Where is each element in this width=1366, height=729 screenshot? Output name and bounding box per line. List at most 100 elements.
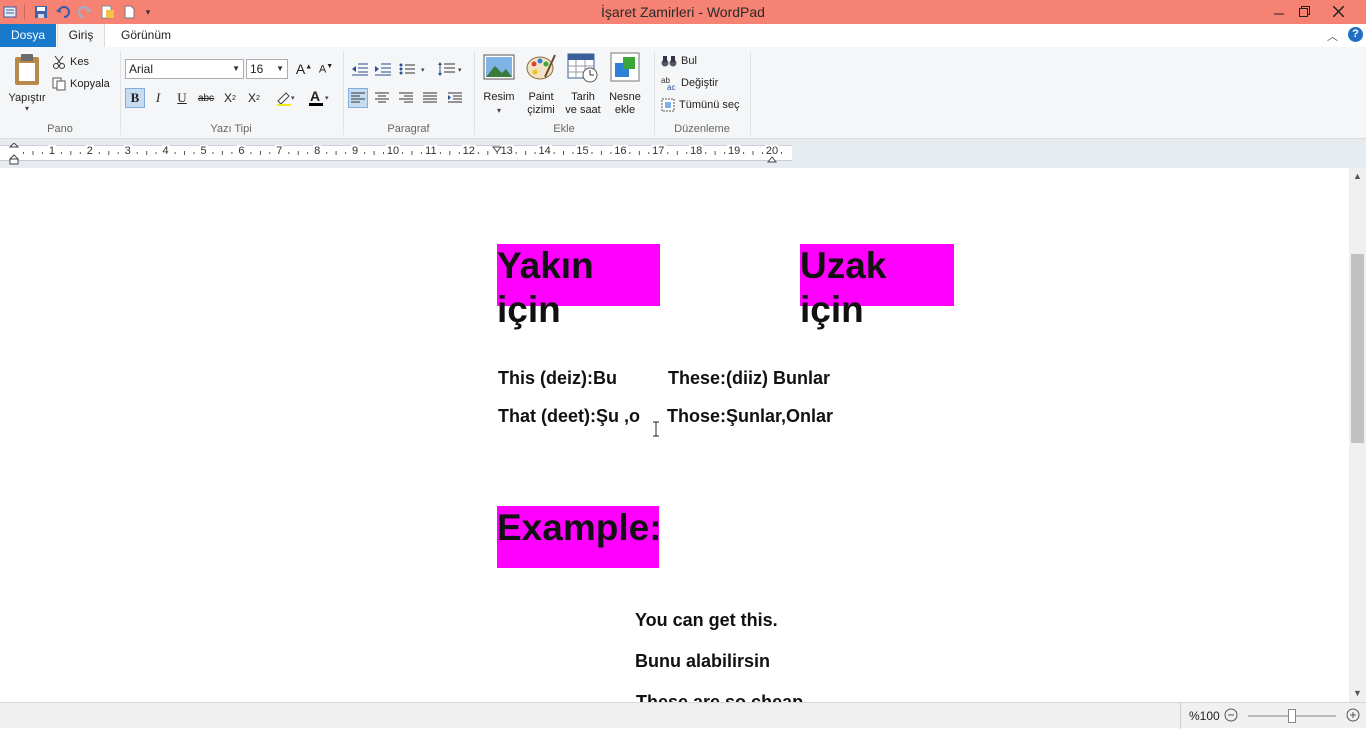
ruler[interactable]: 1 2 3 4 5 6 7 8 9 10 11 12 13 14 15 16 17 18 19 20 — [0, 145, 792, 161]
datetime-label-line2: ve saat — [565, 104, 601, 116]
insert-object-button[interactable]: Nesne ekle — [605, 51, 645, 117]
copy-icon — [52, 77, 66, 91]
svg-text:▾: ▾ — [325, 95, 329, 102]
picture-label: Resim — [483, 91, 515, 103]
group-label-font: Yazı Tipi — [210, 123, 252, 135]
zoom-in-icon — [1346, 708, 1360, 722]
find-button[interactable]: Bul — [661, 51, 697, 71]
align-right-icon[interactable] — [396, 88, 416, 108]
superscript-icon[interactable]: X2 — [244, 88, 264, 108]
date-time-button[interactable]: Tarih ve saat — [563, 51, 603, 117]
decrease-indent-icon[interactable] — [350, 59, 370, 79]
zoom-out-button[interactable] — [1224, 708, 1238, 725]
status-bar: %100 — [0, 702, 1366, 729]
font-size-select[interactable]: 16 ▼ — [246, 59, 288, 79]
svg-text:▾: ▾ — [291, 95, 295, 102]
row1-right-text: These:(diiz) Bunlar — [668, 368, 831, 388]
ruler-number: 16 — [613, 145, 628, 157]
bold-icon[interactable]: B — [125, 88, 145, 108]
select-all-icon — [661, 98, 675, 112]
scroll-up-icon[interactable]: ▲ — [1353, 171, 1362, 181]
ruler-number: 10 — [385, 145, 401, 157]
ribbon: Yapıştır ▾ Kes Kopyala Pano Arial ▼ 16 ▼… — [0, 47, 1366, 139]
object-label-line2: ekle — [614, 104, 636, 116]
align-center-icon[interactable] — [372, 88, 392, 108]
font-family-value: Arial — [129, 62, 154, 76]
replace-label: Değiştir — [681, 77, 719, 89]
object-icon — [610, 52, 640, 82]
subscript-icon[interactable]: X2 — [220, 88, 240, 108]
ruler-number: 19 — [726, 145, 742, 157]
close-button[interactable] — [1316, 0, 1360, 22]
ruler-number: 2 — [85, 145, 94, 157]
underline-icon[interactable]: U — [172, 88, 192, 108]
paragraph-settings-icon[interactable] — [445, 88, 465, 108]
cut-label: Kes — [70, 56, 89, 68]
tab-view[interactable]: Görünüm — [108, 24, 184, 47]
paste-button[interactable]: Yapıştır ▾ — [6, 53, 48, 113]
window-title: İşaret Zamirleri - WordPad — [601, 4, 765, 20]
copy-button[interactable]: Kopyala — [52, 74, 110, 94]
increase-indent-icon[interactable] — [373, 59, 393, 79]
heading-example: Example: — [497, 506, 662, 568]
ruler-number: 9 — [351, 145, 360, 157]
italic-icon[interactable]: I — [148, 88, 168, 108]
ruler-number: 12 — [461, 145, 476, 157]
tab-file[interactable]: Dosya — [0, 24, 56, 47]
ruler-number: 4 — [161, 145, 170, 157]
object-label-line1: Nesne — [609, 91, 641, 103]
replace-button[interactable]: ab ac Değiştir — [661, 73, 718, 93]
align-left-icon[interactable] — [348, 88, 368, 108]
ruler-number: 6 — [237, 145, 246, 157]
right-indent-marker[interactable] — [766, 152, 778, 166]
row1-left-text: This (deiz):Bu — [498, 368, 617, 388]
text-cursor-icon — [652, 421, 660, 440]
group-label-clipboard: Pano — [47, 123, 73, 135]
chevron-down-icon: ▼ — [276, 64, 284, 73]
first-line-indent-marker[interactable] — [8, 142, 20, 170]
highlight-color-button[interactable]: ▾ — [270, 88, 300, 108]
scissors-icon — [53, 55, 65, 69]
ruler-number: 3 — [123, 145, 132, 157]
scrollbar-thumb[interactable] — [1351, 254, 1364, 443]
tab-home[interactable]: Giriş — [57, 24, 105, 48]
select-all-button[interactable]: Tümünü seç — [661, 95, 740, 115]
ruler-number: 8 — [313, 145, 322, 157]
ruler-bar: 1 2 3 4 5 6 7 8 9 10 11 12 13 14 15 16 17 18 19 20 — [0, 139, 1366, 168]
line-spacing-button[interactable]: ▾ — [436, 59, 466, 79]
heading-near: Yakın için — [497, 244, 660, 330]
group-label-insert: Ekle — [553, 123, 575, 135]
grow-font-icon[interactable]: A▲ — [294, 59, 314, 79]
highlighter-icon: ▾ — [277, 92, 295, 106]
example-line-2: Bunu alabilirsin — [635, 651, 771, 671]
document-page[interactable]: Yakın için Uzak için This (deiz):Bu Thes… — [0, 168, 1349, 702]
paint-label-line1: Paint — [528, 91, 554, 103]
status-divider — [1180, 703, 1181, 729]
font-size-value: 16 — [250, 62, 264, 76]
svg-text:▾: ▾ — [458, 67, 462, 74]
cut-button[interactable]: Kes — [52, 52, 89, 72]
justify-icon[interactable] — [420, 88, 440, 108]
font-color-button[interactable]: A ▾ — [304, 88, 334, 108]
paint-palette-icon — [526, 54, 556, 80]
chevron-down-icon: ▾ — [496, 106, 501, 115]
strikethrough-icon[interactable]: abc — [196, 88, 216, 108]
calendar-clock-icon — [567, 53, 598, 83]
insert-picture-button[interactable]: Resim ▾ — [479, 51, 519, 117]
title-bar: ▾ İşaret Zamirleri - WordPad — [0, 0, 1366, 24]
paint-drawing-button[interactable]: Paint çizimi — [521, 51, 561, 117]
font-family-select[interactable]: Arial ▼ — [125, 59, 244, 79]
scroll-down-icon[interactable]: ▼ — [1353, 688, 1362, 698]
help-icon[interactable]: ? — [1348, 27, 1363, 42]
collapse-ribbon-icon[interactable]: ︿ — [1327, 28, 1338, 44]
row2-right-text: Those:Şunlar,Onlar — [667, 406, 834, 426]
svg-text:▾: ▾ — [421, 67, 425, 74]
example-line-1: You can get this. — [635, 610, 778, 630]
zoom-slider-thumb[interactable] — [1288, 709, 1296, 723]
bullet-list-button[interactable]: ▾ — [398, 59, 430, 79]
zoom-in-button[interactable] — [1346, 708, 1360, 725]
zoom-out-icon — [1224, 708, 1238, 722]
shrink-font-icon[interactable]: A▼ — [316, 59, 336, 79]
group-separator — [750, 51, 751, 135]
tab-stop-marker[interactable] — [491, 143, 503, 157]
